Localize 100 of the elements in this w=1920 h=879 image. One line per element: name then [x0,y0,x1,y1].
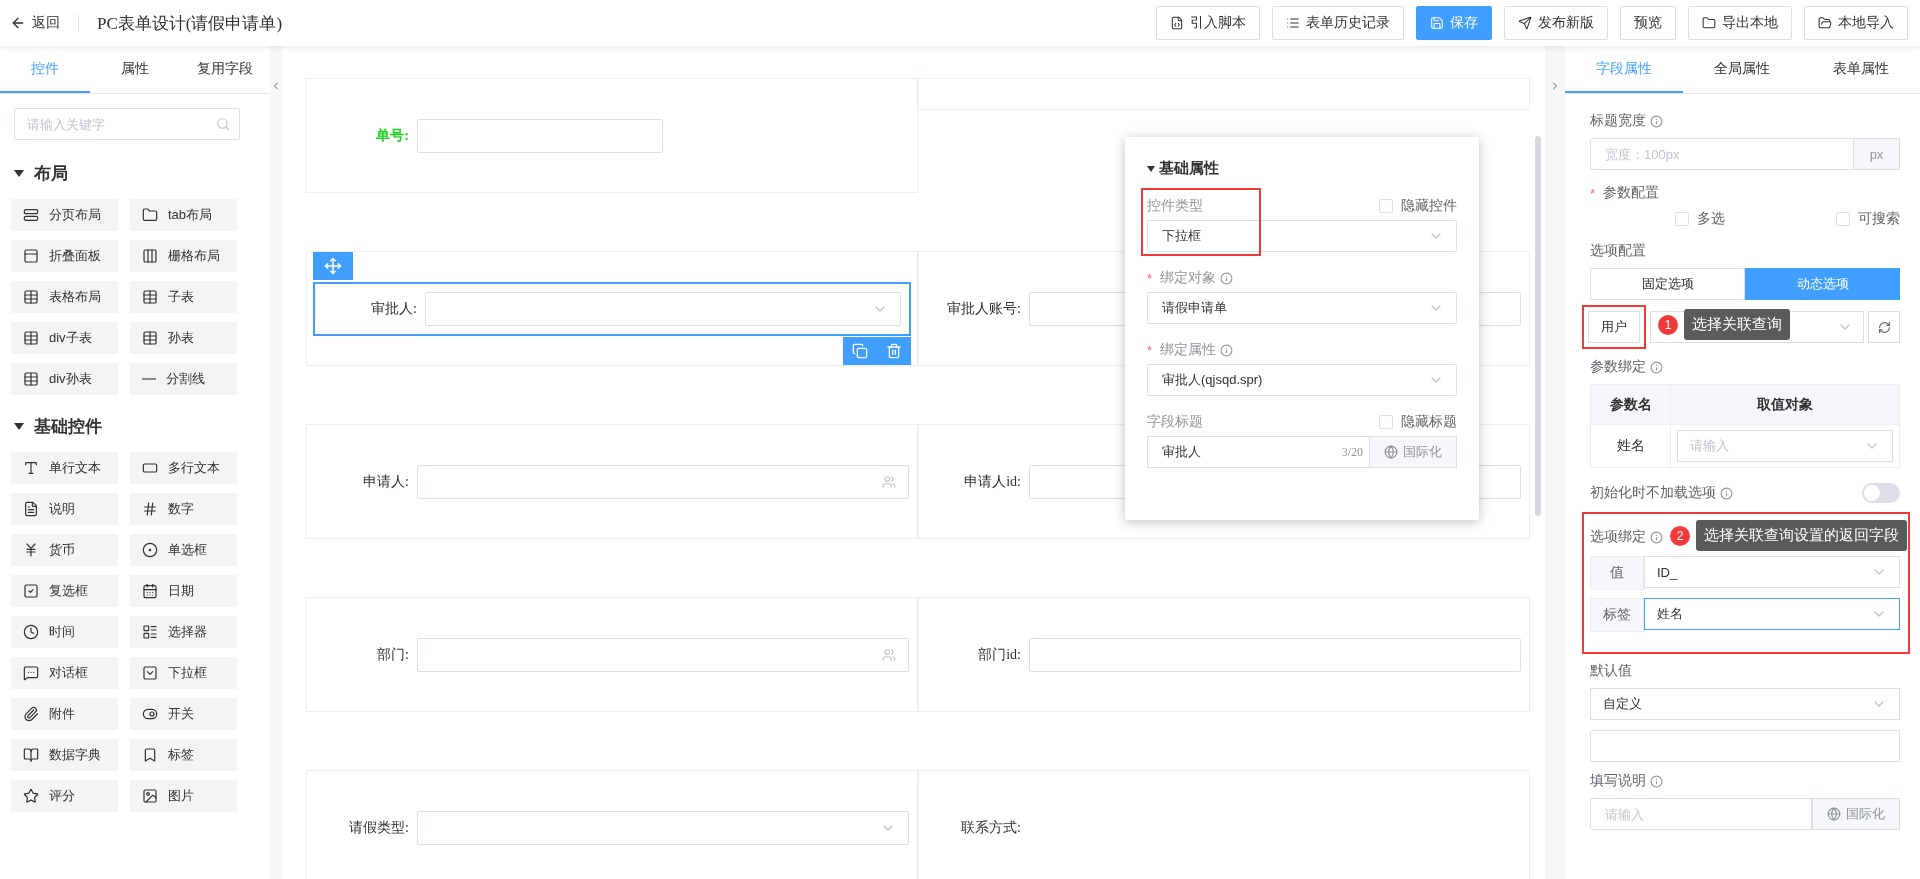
panel-tab[interactable]: 全局属性 [1683,46,1802,93]
widget-item[interactable]: 说明 [11,493,118,525]
info-icon [1220,271,1234,285]
field-label: 默认值 [1590,662,1632,680]
paper-plane-icon [1518,16,1532,30]
widget-item[interactable]: 标签 [130,739,237,771]
user-picker-field[interactable] [417,464,909,499]
checkbox[interactable]: 可搜索 [1836,210,1900,228]
field-label: 标题宽度 [1590,112,1646,130]
group-header[interactable]: 基础控件 [0,403,270,448]
back-link[interactable]: 返回 [10,14,60,32]
input-field[interactable] [1029,637,1521,672]
field-label: 请假类型: [348,818,410,837]
folder-icon [1818,16,1832,30]
group-header[interactable]: 布局 [0,150,270,195]
toolbar-button[interactable]: 导出本地 [1688,6,1792,40]
scrollbar[interactable] [1535,136,1541,516]
checkbox[interactable]: 隐藏标题 [1379,413,1457,431]
move-handle[interactable] [313,252,353,280]
select-field[interactable]: 下拉框 [1147,220,1457,252]
toolbar-button[interactable]: 发布新版 [1504,6,1608,40]
widget-item[interactable]: 时间 [11,616,118,648]
widget-item[interactable]: 开关 [130,698,237,730]
widget-item[interactable]: 图片 [130,780,237,812]
search-field[interactable]: 请输入关键字 [14,108,240,140]
selected-field[interactable]: 审批人: [313,281,911,336]
table-icon [142,289,158,305]
widget-item[interactable]: div孙表 [11,363,118,395]
select-field[interactable]: 审批人(qjsqd.spr) [1147,364,1457,396]
move-icon [324,257,342,275]
input-field[interactable]: 请输入 [1590,798,1812,830]
widget-item[interactable]: 选择器 [130,616,237,648]
toolbar-button[interactable]: 表单历史记录 [1272,6,1404,40]
info-icon [1220,343,1234,357]
widget-item[interactable]: 下拉框 [130,657,237,689]
tooltip: 选择关联查询 [1684,309,1790,340]
toggle-switch[interactable] [1862,483,1900,503]
select-field[interactable] [417,810,909,845]
toolbar-button[interactable]: 引入脚本 [1156,6,1260,40]
widget-item[interactable]: 数据字典 [11,739,118,771]
table-cell: 姓名 [1591,425,1671,467]
panel-tab[interactable]: 表单属性 [1801,46,1920,93]
text-icon [23,460,39,476]
widget-item[interactable]: 附件 [11,698,118,730]
query-tag[interactable]: 用户 [1588,311,1640,343]
select-field[interactable]: ID_ [1644,556,1900,588]
segment-button[interactable]: 固定选项 [1590,268,1745,300]
toolbar-button[interactable]: 本地导入 [1804,6,1908,40]
sidebar-tab[interactable]: 属性 [90,46,180,93]
yen-icon [23,542,39,558]
widget-item[interactable]: 日期 [130,575,237,607]
toggle-icon [142,706,158,722]
checkbox-icon [23,583,39,599]
widget-item[interactable]: 子表 [130,281,237,313]
input-field[interactable]: 宽度：100px [1590,138,1854,170]
table-icon [23,371,39,387]
input-field[interactable]: 审批人 3/20 [1147,436,1369,468]
users-icon [882,474,896,489]
widget-item[interactable]: 复选框 [11,575,118,607]
widget-item[interactable]: 多行文本 [130,452,237,484]
panel-icon [23,248,39,264]
delete-button[interactable] [886,343,902,359]
widget-item[interactable]: 分割线 [130,363,237,395]
search-icon [216,117,230,131]
widget-item[interactable]: 对话框 [11,657,118,689]
widget-item[interactable]: tab布局 [130,199,237,231]
select-field[interactable] [425,291,901,326]
widget-item[interactable]: 单选框 [130,534,237,566]
checkbox[interactable]: 多选 [1675,210,1725,228]
toolbar-button[interactable]: 预览 [1620,6,1676,40]
widget-item[interactable]: 折叠面板 [11,240,118,272]
select-field[interactable]: 请假申请单 [1147,292,1457,324]
document-icon [23,501,39,517]
widget-item[interactable]: 数字 [130,493,237,525]
user-picker-field[interactable] [417,637,909,672]
widget-item[interactable]: 表格布局 [11,281,118,313]
required-mark: * [1147,342,1153,358]
widget-item[interactable]: 评分 [11,780,118,812]
input-field[interactable] [1590,730,1900,762]
input-field[interactable] [417,118,663,153]
sidebar-tab[interactable]: 复用字段 [180,46,270,93]
textarea-icon [142,460,158,476]
refresh-button[interactable] [1868,311,1900,343]
info-icon [1650,114,1663,128]
select-field[interactable]: 自定义 [1590,688,1900,720]
copy-button[interactable] [852,343,868,359]
widget-item[interactable]: 栅格布局 [130,240,237,272]
checkbox[interactable]: 隐藏控件 [1379,197,1457,215]
line-icon [142,378,156,380]
table-icon [142,330,158,346]
widget-item[interactable]: 分页布局 [11,199,118,231]
widget-item[interactable]: 孙表 [130,322,237,354]
widget-item[interactable]: 单行文本 [11,452,118,484]
widget-item[interactable]: div子表 [11,322,118,354]
section-header[interactable]: 基础属性 [1147,159,1457,178]
field-label: 选项绑定 [1590,528,1646,546]
widget-item[interactable]: 货币 [11,534,118,566]
columns-icon [142,248,158,264]
image-icon [142,788,158,804]
select-field[interactable]: 姓名 [1644,598,1900,630]
